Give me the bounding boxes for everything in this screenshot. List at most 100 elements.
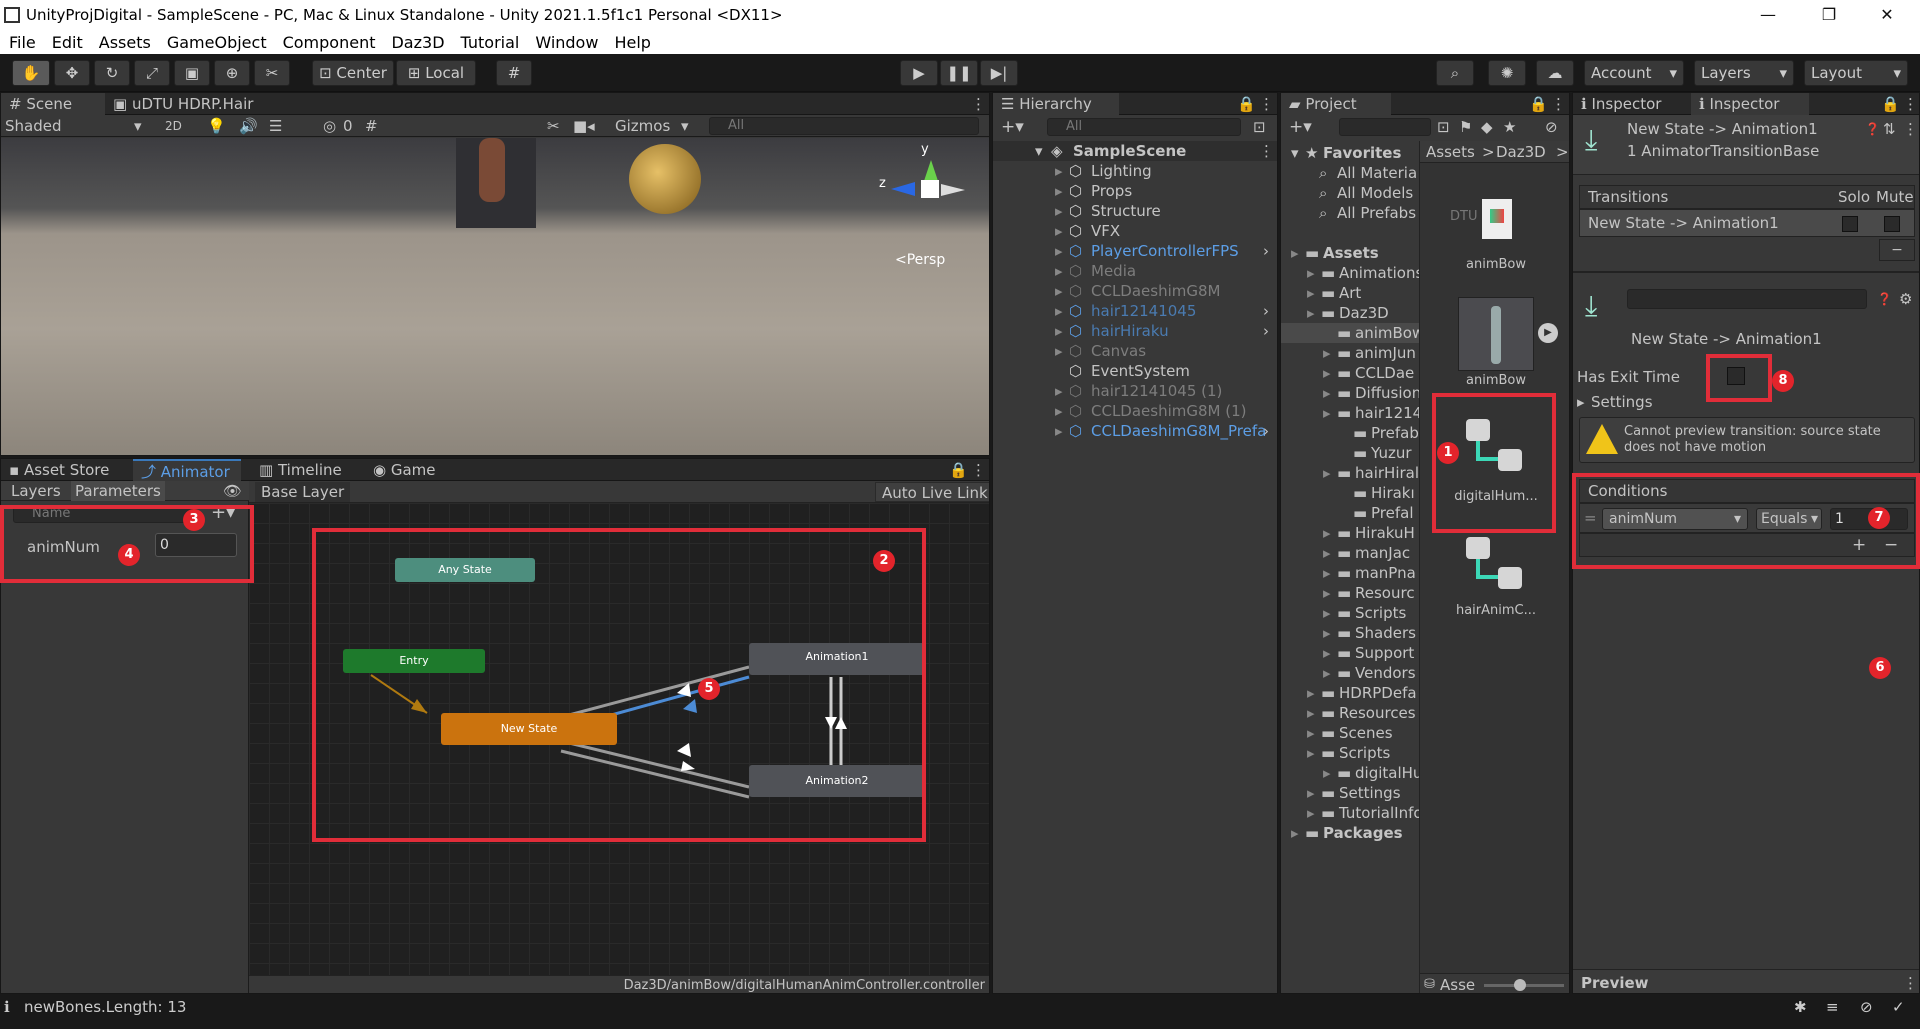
hierarchy-item[interactable]: ▸ ⬡ Structure: [993, 201, 1277, 221]
project-tree-item[interactable]: ▸ ▬ Settings: [1281, 783, 1419, 803]
expand-arrow-icon[interactable]: ▸: [1307, 803, 1315, 823]
menu-gameobject[interactable]: GameObject: [167, 33, 267, 52]
remove-condition-button[interactable]: −: [1884, 535, 1898, 555]
preview-bar[interactable]: Preview ⋮: [1573, 969, 1919, 993]
scale-tool-icon[interactable]: ⤢: [134, 60, 170, 86]
base-layer-breadcrumb[interactable]: Base Layer: [255, 482, 351, 502]
expand-arrow-icon[interactable]: ▸: [1323, 603, 1331, 623]
expand-arrow-icon[interactable]: ▸: [1307, 263, 1315, 283]
tab-inspector-1[interactable]: ℹ Inspector: [1573, 93, 1689, 115]
project-tree-item[interactable]: ▬ Yuzur: [1281, 443, 1419, 463]
settings-foldout-arrow-icon[interactable]: ▸: [1577, 392, 1585, 412]
hierarchy-search-input[interactable]: All: [1047, 118, 1241, 136]
remove-transition-button[interactable]: −: [1879, 239, 1915, 261]
tab-inspector-2[interactable]: ℹ Inspector: [1691, 93, 1809, 115]
expand-arrow-icon[interactable]: ▸: [1323, 523, 1331, 543]
project-tree-item[interactable]: ▸ ▬ Resourc: [1281, 583, 1419, 603]
expand-arrow-icon[interactable]: ▸: [1291, 243, 1299, 263]
audio-toggle-icon[interactable]: 🔊: [239, 116, 258, 136]
move-tool-icon[interactable]: ✥: [54, 60, 90, 86]
custom-tool-icon[interactable]: ✂: [254, 60, 290, 86]
shading-dropdown[interactable]: Shaded: [5, 116, 62, 136]
hierarchy-item[interactable]: ▸ ⬡ PlayerControllerFPS ›: [993, 241, 1277, 261]
anim2-newstate-line[interactable]: [560, 749, 750, 799]
eye-icon[interactable]: 👁: [223, 481, 242, 501]
expand-arrow-icon[interactable]: ▸: [1323, 663, 1331, 683]
project-tree-item[interactable]: ▸ ▬ HDRPDefa: [1281, 683, 1419, 703]
menu-tutorial[interactable]: Tutorial: [461, 33, 520, 52]
chevron-right-icon[interactable]: ›: [1263, 241, 1269, 261]
rect-tool-icon[interactable]: ▣: [174, 60, 210, 86]
chevron-right-icon[interactable]: ›: [1263, 321, 1269, 341]
layers-dropdown[interactable]: Layers ▾: [1694, 60, 1794, 86]
help-icon[interactable]: ❓: [1877, 289, 1892, 309]
project-tree-item[interactable]: ▸ ▬ TutorialInfo: [1281, 803, 1419, 823]
animation2-node[interactable]: Animation2: [749, 765, 925, 797]
newstate-anim2-line[interactable]: [560, 739, 750, 789]
project-tree-item[interactable]: ▸ ▬ HirakuH: [1281, 523, 1419, 543]
kebab-menu-icon[interactable]: ⋮: [963, 93, 987, 115]
orientation-gizmo[interactable]: y z <Persp: [867, 138, 989, 268]
tab-timeline[interactable]: ▥ Timeline: [251, 459, 351, 481]
menu-file[interactable]: File: [9, 33, 36, 52]
transition-row[interactable]: New State -> Animation1: [1579, 209, 1915, 237]
hierarchy-item[interactable]: ▸ ⬡ CCLDaeshimG8M (1): [993, 401, 1277, 421]
project-tree-item[interactable]: ▬ Prefab: [1281, 423, 1419, 443]
expand-arrow-icon[interactable]: ▸: [1307, 703, 1315, 723]
filter-icon[interactable]: ⊡: [1253, 117, 1266, 137]
expand-arrow-icon[interactable]: ▸: [1307, 743, 1315, 763]
project-tree-item[interactable]: ▸ ▬ Support: [1281, 643, 1419, 663]
pivot-center-button[interactable]: ⊡ Center: [312, 60, 394, 86]
account-dropdown[interactable]: Account ▾: [1584, 60, 1684, 86]
menu-component[interactable]: Component: [283, 33, 376, 52]
transition-name-field[interactable]: [1627, 289, 1867, 309]
pause-button[interactable]: ❚❚: [940, 60, 978, 86]
camera-icon[interactable]: ■◂: [573, 116, 595, 136]
expand-arrow-icon[interactable]: ▸: [1323, 403, 1331, 423]
status-message[interactable]: newBones.Length: 13: [24, 995, 186, 1019]
hierarchy-item[interactable]: ▸ ⬡ Props: [993, 181, 1277, 201]
grid-toggle-icon[interactable]: #: [365, 116, 378, 136]
close-button[interactable]: ✕: [1864, 0, 1910, 30]
hand-tool-icon[interactable]: ✋: [12, 60, 50, 86]
entry-node[interactable]: Entry: [343, 649, 485, 673]
project-tree-item[interactable]: ▸ ▬ animJun: [1281, 343, 1419, 363]
expand-arrow-icon[interactable]: ▸: [1323, 643, 1331, 663]
add-condition-button[interactable]: +: [1852, 535, 1866, 555]
hierarchy-item[interactable]: ▸ ⬡ Canvas: [993, 341, 1277, 361]
expand-arrow-icon[interactable]: ▾: [1291, 143, 1299, 163]
expand-arrow-icon[interactable]: ▸: [1055, 401, 1063, 421]
expand-arrow-icon[interactable]: ▸: [1055, 281, 1063, 301]
expand-arrow-icon[interactable]: ▸: [1307, 723, 1315, 743]
tab-project[interactable]: ▰ Project: [1281, 93, 1391, 115]
settings-foldout[interactable]: Settings: [1591, 392, 1653, 412]
settings-sun-icon[interactable]: ✺: [1488, 60, 1526, 86]
hidden-packages-icon[interactable]: ⊘: [1545, 117, 1558, 137]
tab-asset-store[interactable]: ▪ Asset Store: [1, 459, 131, 481]
project-tree-item[interactable]: ▸ ▬ Art: [1281, 283, 1419, 303]
expand-arrow-icon[interactable]: ▸: [1323, 543, 1331, 563]
play-preview-icon[interactable]: ▶: [1538, 323, 1558, 343]
hierarchy-item[interactable]: ▸ ⬡ Media: [993, 261, 1277, 281]
hierarchy-item[interactable]: ⬡ EventSystem: [993, 361, 1277, 381]
expand-arrow-icon[interactable]: ▸: [1323, 343, 1331, 363]
visibility-icon[interactable]: ◎: [323, 116, 336, 136]
fav-item[interactable]: All Materia: [1337, 163, 1417, 183]
cloud-icon[interactable]: ☁: [1536, 60, 1574, 86]
expand-arrow-icon[interactable]: ▸: [1307, 683, 1315, 703]
tab-game[interactable]: ◉ Game: [365, 459, 445, 481]
has-exit-time-checkbox[interactable]: [1727, 367, 1745, 385]
step-button[interactable]: ▶|: [980, 60, 1018, 86]
expand-arrow-icon[interactable]: ▾: [1035, 141, 1043, 161]
expand-arrow-icon[interactable]: ▸: [1323, 763, 1331, 783]
menu-help[interactable]: Help: [614, 33, 650, 52]
layout-dropdown[interactable]: Layout ▾: [1804, 60, 1908, 86]
project-tree-item[interactable]: ▸ ▬ Diffusion: [1281, 383, 1419, 403]
expand-arrow-icon[interactable]: ▸: [1055, 241, 1063, 261]
expand-arrow-icon[interactable]: ▸: [1307, 303, 1315, 323]
parameter-name[interactable]: animNum: [27, 537, 100, 557]
animation1-node[interactable]: Animation1: [749, 643, 925, 675]
layers-tab[interactable]: Layers: [11, 481, 61, 501]
kebab-menu-icon[interactable]: ⋮: [1259, 141, 1274, 161]
scene-viewport[interactable]: y z <Persp: [1, 138, 989, 455]
